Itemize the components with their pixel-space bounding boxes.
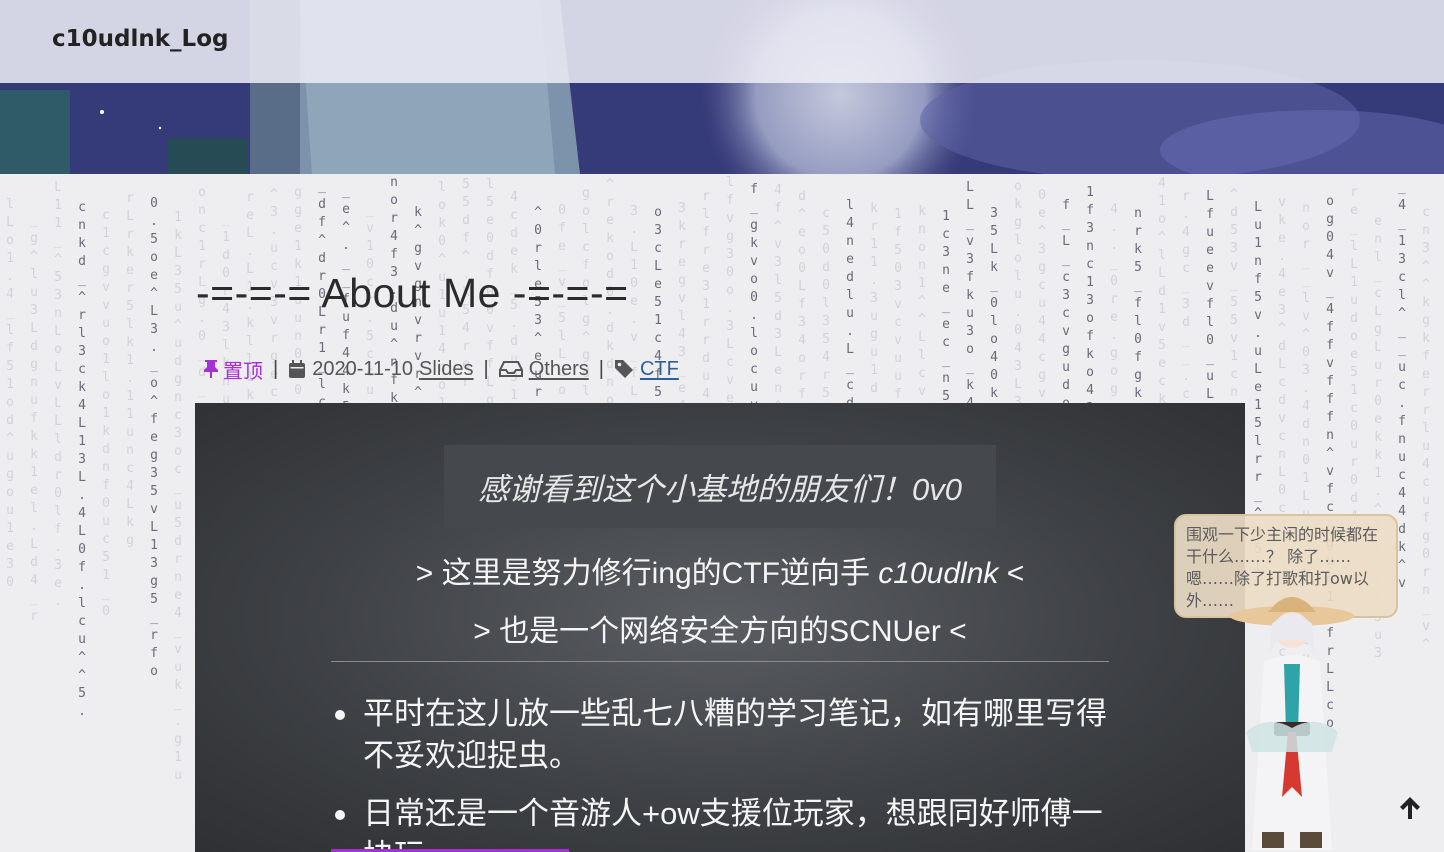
meta-separator: | xyxy=(273,357,279,380)
matrix-rain-column: c n 3 ^ ^ k g k f e r r l u 4 c u f g 0 … xyxy=(1422,205,1430,652)
pin-icon xyxy=(204,360,218,378)
matrix-rain-column: c n k d _ ^ r l 3 c k 4 L 1 3 L . 4 L 0 … xyxy=(78,200,86,719)
mascot-character[interactable] xyxy=(1228,582,1356,852)
matrix-rain-column: l L o 1 . 4 _ l f 5 1 o d ^ u g o u 1 e … xyxy=(6,197,14,590)
list-item: 日常还是一个音游人+ow支援位玩家，想跟同好师傅一块玩 xyxy=(331,793,1121,852)
matrix-rain-column: 0 . 5 o e ^ L 3 . _ o ^ f e g 3 5 v L 1 … xyxy=(150,196,158,679)
post-title: -=-=-= About Me -=-=-= xyxy=(196,270,629,316)
inbox-icon xyxy=(498,361,523,377)
intro-line-1-prefix: > 这里是努力修行ing的CTF逆向手 xyxy=(415,557,879,590)
matrix-rain-column: c 1 c g v v u o 1 l o 1 k d n f 0 u c 5 … xyxy=(102,208,110,619)
intro-line-1: > 这里是努力修行ing的CTF逆向手 c10udlnk < xyxy=(195,548,1245,592)
post-meta: 置顶 | 2020-11-10 Slides | Others | CTF xyxy=(203,355,679,383)
meta-separator: | xyxy=(598,357,604,380)
list-item: 平时在这儿放一些乱七八糟的学习笔记，如有哪里写得不妥欢迎捉虫。 xyxy=(331,693,1121,777)
category-slides-link[interactable]: Slides xyxy=(419,358,473,381)
intro-line-2: > 也是一个网络安全方向的SCNUer < xyxy=(473,615,967,648)
post-date: 2020-11-10 xyxy=(312,357,414,380)
meta-separator: | xyxy=(483,357,489,380)
category-others-link[interactable]: Others xyxy=(529,358,589,381)
arrow-up-icon xyxy=(1400,797,1420,819)
matrix-rain-column: 1 k L 3 5 u ^ u d g n c 3 o c _ u 5 d r … xyxy=(174,210,182,783)
divider xyxy=(331,661,1109,662)
matrix-rain-column: _ g ^ l u 3 L d g n u f k k 1 e l . L d … xyxy=(30,213,38,624)
tag-icon xyxy=(614,360,633,378)
back-to-top-button[interactable] xyxy=(1394,792,1426,824)
about-card: 感谢看到这个小基地的朋友们！0v0 > 这里是努力修行ing的CTF逆向手 c1… xyxy=(195,403,1245,852)
calendar-icon xyxy=(289,360,306,378)
header-banner: c10udlnk_Log xyxy=(0,0,1444,174)
pinned-label: 置顶 xyxy=(223,360,263,383)
matrix-rain-column: L 1 1 _ ^ 5 3 n L o L v L L l d r 0 l f … xyxy=(54,180,62,609)
intro-line-1-suffix: < xyxy=(998,557,1025,590)
top-navbar: c10udlnk_Log xyxy=(0,0,1444,83)
author-name: c10udlnk xyxy=(878,557,999,590)
matrix-rain-column: r e _ l L 1 u d o e 5 1 c 0 u r 0 d 4 c xyxy=(1350,185,1358,542)
tag-ctf-link[interactable]: CTF xyxy=(640,358,679,381)
pinned-indicator: 置顶 xyxy=(203,355,263,384)
about-list: 平时在这儿放一些乱七八糟的学习笔记，如有哪里写得不妥欢迎捉虫。 日常还是一个音游… xyxy=(331,693,1121,852)
welcome-quote: 感谢看到这个小基地的朋友们！0v0 xyxy=(444,445,996,528)
site-title-link[interactable]: c10udlnk_Log xyxy=(52,26,228,52)
matrix-rain-column: r L r k e r 5 l k 1 . 1 1 u n c 4 L k g xyxy=(126,191,134,548)
